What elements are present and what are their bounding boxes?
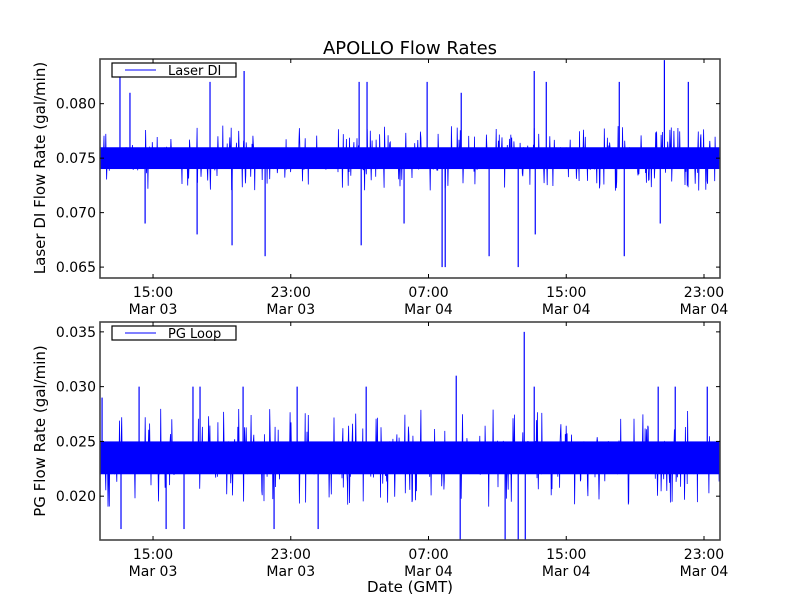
y-tick-label: 0.070 [56, 206, 96, 222]
legend-label: Laser DI [168, 64, 221, 79]
x-tick-time-label: 15:00 [546, 285, 586, 301]
x-tick-time-label: 15:00 [546, 547, 586, 563]
x-tick-time-label: 15:00 [133, 285, 173, 301]
x-tick-time-label: 07:00 [408, 285, 448, 301]
x-tick-date-label: Mar 04 [404, 564, 453, 580]
y-tick-label: 0.025 [56, 434, 96, 450]
x-tick-time-label: 23:00 [271, 285, 311, 301]
x-tick-time-label: 23:00 [684, 547, 724, 563]
x-tick-date-label: Mar 04 [404, 302, 453, 318]
x-tick-time-label: 23:00 [684, 285, 724, 301]
x-tick-date-label: Mar 03 [266, 302, 315, 318]
bottom-y-axis-label: PG Flow Rate (gal/min) [31, 345, 49, 517]
x-tick-date-label: Mar 03 [129, 302, 178, 318]
x-tick-date-label: Mar 04 [680, 302, 729, 318]
x-tick-time-label: 23:00 [271, 547, 311, 563]
chart-title: APOLLO Flow Rates [323, 38, 497, 59]
top-y-axis-label: Laser DI Flow Rate (gal/min) [31, 62, 49, 274]
y-tick-label: 0.030 [56, 380, 96, 396]
x-tick-date-label: Mar 03 [129, 564, 178, 580]
x-tick-date-label: Mar 04 [542, 302, 591, 318]
series-band [100, 147, 720, 170]
figure: APOLLO Flow Rates Laser DI Flow Rate (ga… [0, 0, 800, 600]
x-tick-time-label: 15:00 [133, 547, 173, 563]
x-tick-date-label: Mar 04 [542, 564, 591, 580]
y-tick-label: 0.065 [56, 260, 96, 276]
x-tick-date-label: Mar 04 [680, 564, 729, 580]
y-tick-label: 0.080 [56, 97, 96, 113]
x-axis-label: Date (GMT) [367, 578, 453, 596]
y-tick-label: 0.020 [56, 489, 96, 505]
legend-label: PG Loop [168, 327, 221, 342]
x-tick-date-label: Mar 03 [266, 564, 315, 580]
x-tick-time-label: 07:00 [408, 547, 448, 563]
y-tick-label: 0.075 [56, 151, 96, 167]
y-tick-label: 0.035 [56, 325, 96, 341]
